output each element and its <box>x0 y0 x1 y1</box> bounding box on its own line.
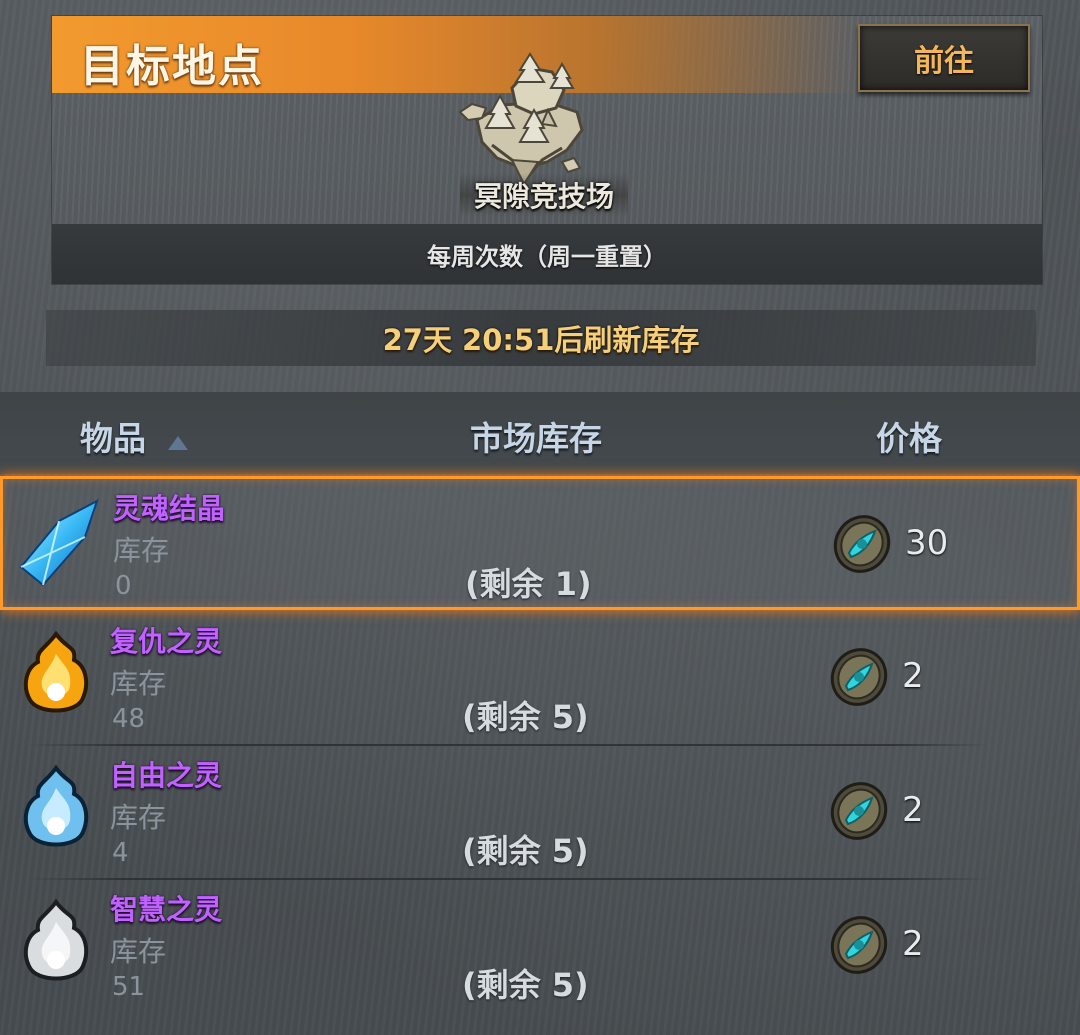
arena-shop-screen: 目标地点 前往 冥隙竞技场 每周次数（周一重置） 27天 20:51后刷新库存 … <box>0 0 1080 1035</box>
arena-coin-icon <box>833 515 891 573</box>
destination-panel: 目标地点 前往 冥隙竞技场 每周次数（周一重置） <box>52 16 1042 284</box>
white-spirit-flame-icon <box>23 898 89 981</box>
price-value: 30 <box>905 523 949 563</box>
soul-crystal-icon <box>19 498 99 587</box>
stock-value: 51 <box>112 972 146 1002</box>
table-row[interactable]: 灵魂结晶 库存 0 (剩余 1) 30 <box>0 476 1080 610</box>
floating-island-icon <box>458 52 584 187</box>
remaining-count: (剩余 5) <box>462 966 589 1004</box>
price-value: 2 <box>902 790 924 830</box>
blue-spirit-flame-icon <box>23 764 89 847</box>
remaining-count: (剩余 1) <box>465 565 592 603</box>
place-name-plate: 冥隙竞技场 <box>460 173 628 217</box>
weekly-count-bar: 每周次数（周一重置） <box>52 224 1042 284</box>
item-name: 自由之灵 <box>110 759 223 792</box>
price-value: 2 <box>902 656 924 696</box>
arena-coin-icon <box>830 782 888 840</box>
table-row[interactable]: 复仇之灵 库存 48 (剩余 5) 2 <box>0 612 1080 746</box>
table-header: 物品 市场库存 价格 <box>0 392 1080 474</box>
column-header-market-stock[interactable]: 市场库存 <box>470 412 602 460</box>
refresh-timer-bar: 27天 20:51后刷新库存 <box>46 310 1036 366</box>
stock-label: 库存 <box>110 667 167 700</box>
table-row[interactable]: 智慧之灵 库存 51 (剩余 5) 2 <box>0 880 1080 1014</box>
column-header-item[interactable]: 物品 <box>80 412 146 460</box>
price-value: 2 <box>902 924 924 964</box>
item-name: 灵魂结晶 <box>113 492 226 525</box>
column-header-price[interactable]: 价格 <box>876 412 942 460</box>
sort-ascending-icon[interactable] <box>168 436 188 450</box>
stock-label: 库存 <box>110 935 167 968</box>
refresh-timer-text: 27天 20:51后刷新库存 <box>382 323 700 357</box>
arena-coin-icon <box>830 916 888 974</box>
item-name: 智慧之灵 <box>110 893 223 926</box>
destination-title: 目标地点 <box>80 41 264 92</box>
stock-label: 库存 <box>113 534 170 567</box>
weekly-count-note: 每周次数（周一重置） <box>427 242 667 271</box>
remaining-count: (剩余 5) <box>462 832 589 870</box>
place-name: 冥隙竞技场 <box>473 180 614 213</box>
go-button-label: 前往 <box>914 44 974 79</box>
item-name: 复仇之灵 <box>110 625 223 658</box>
go-button[interactable]: 前往 <box>858 24 1030 92</box>
stock-label: 库存 <box>110 801 167 834</box>
stock-value: 48 <box>112 704 146 734</box>
remaining-count: (剩余 5) <box>462 698 589 736</box>
table-row[interactable]: 自由之灵 库存 4 (剩余 5) 2 <box>0 746 1080 880</box>
stock-value: 4 <box>112 838 129 868</box>
orange-spirit-flame-icon <box>23 630 89 713</box>
stock-value: 0 <box>115 571 132 601</box>
arena-coin-icon <box>830 648 888 706</box>
